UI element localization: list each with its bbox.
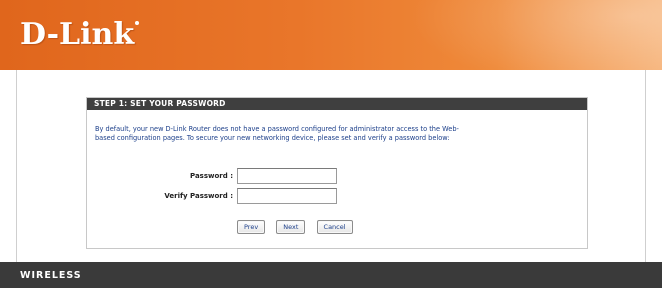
dlink-logo: D-Link [20, 17, 140, 52]
verify-password-row: Verify Password : [87, 188, 587, 204]
panel-title: STEP 1: SET YOUR PASSWORD [87, 98, 587, 110]
cancel-button[interactable]: Cancel [316, 220, 353, 234]
wizard-panel: STEP 1: SET YOUR PASSWORD By default, yo… [86, 97, 588, 249]
prev-button[interactable]: Prev [237, 220, 266, 234]
password-row: Password : [87, 168, 587, 184]
footer-bar: WIRELESS [0, 262, 662, 288]
banner-swoosh [392, 0, 662, 70]
logo-dot [135, 21, 140, 25]
content-left-border [16, 70, 17, 262]
footer-brand: WIRELESS [20, 270, 82, 281]
next-button[interactable]: Next [276, 220, 306, 234]
password-input[interactable] [237, 168, 337, 184]
verify-password-input[interactable] [237, 188, 337, 204]
wizard-buttons: Prev Next Cancel [237, 214, 359, 234]
logo-text: D-Link [20, 17, 135, 52]
header-banner: D-Link [0, 0, 662, 70]
content-area: STEP 1: SET YOUR PASSWORD By default, yo… [0, 70, 662, 262]
password-label: Password : [190, 172, 233, 180]
content-right-border [645, 70, 646, 262]
description-line-2: based configuration pages. To secure you… [95, 134, 450, 142]
verify-password-label: Verify Password : [164, 192, 233, 200]
description-line-1: By default, your new D-Link Router does … [95, 125, 459, 133]
panel-description: By default, your new D-Link Router does … [95, 125, 579, 143]
